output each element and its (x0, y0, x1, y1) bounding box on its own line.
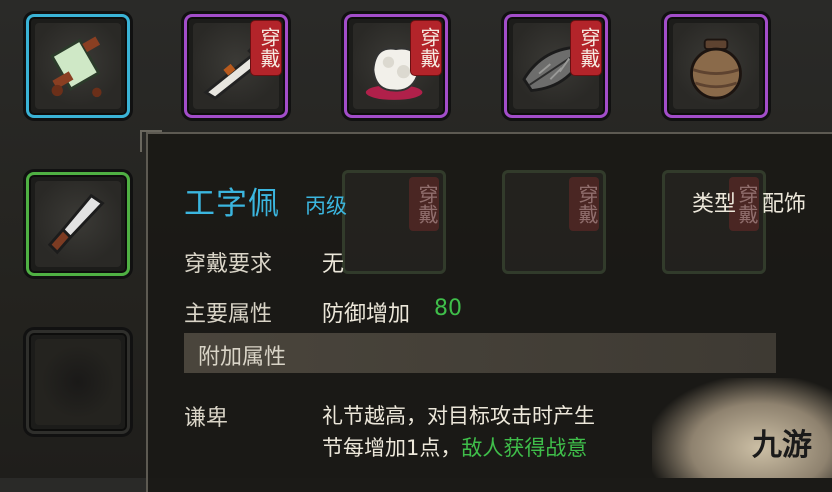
knife-icon (47, 193, 105, 255)
ghost-slot: 穿戴 (502, 170, 606, 274)
leaf-item-slot[interactable]: 穿戴 (504, 14, 608, 118)
main-attr-value: 80 (434, 296, 462, 321)
extra-attr-header: 附加属性 (184, 333, 776, 373)
main-attr-label: 主要属性 (184, 302, 273, 327)
ghost-slot: 穿戴 (342, 170, 446, 274)
watermark-text: 九游 (752, 428, 812, 463)
empty-item-slot[interactable] (26, 330, 130, 434)
jar-item-slot[interactable] (664, 14, 768, 118)
skill-desc-line2-a: 节每增加1点， (322, 436, 462, 460)
blade-item-slot[interactable]: 穿戴 (184, 14, 288, 118)
skill-desc-line2: 节每增加1点，敌人获得战意 (322, 432, 587, 462)
cloth-item-slot[interactable]: 穿戴 (344, 14, 448, 118)
main-attr-text: 防御增加 (322, 302, 411, 327)
equip-badge: 穿戴 (571, 21, 601, 75)
item-grade: 丙级 (305, 194, 347, 218)
scroll-icon (50, 36, 102, 98)
requirement-value: 无 (322, 252, 345, 277)
skill-name: 谦卑 (184, 406, 229, 431)
type-label: 类型 (692, 192, 737, 217)
skill-desc-line2-b: 敌人获得战意 (461, 436, 588, 460)
watermark-logo: 九游 (752, 420, 812, 464)
skill-desc-line1: 礼节越高，对目标攻击时产生 (322, 404, 595, 428)
equip-badge: 穿戴 (411, 21, 441, 75)
knife-item-slot[interactable] (26, 172, 130, 276)
jar-icon (690, 38, 742, 100)
extra-attr-label: 附加属性 (198, 345, 287, 370)
scroll-item-slot[interactable] (26, 14, 130, 118)
equip-badge: 穿戴 (251, 21, 281, 75)
type-value: 配饰 (762, 192, 807, 217)
requirement-label: 穿戴要求 (184, 252, 273, 277)
item-name: 工字佩 (184, 186, 280, 222)
